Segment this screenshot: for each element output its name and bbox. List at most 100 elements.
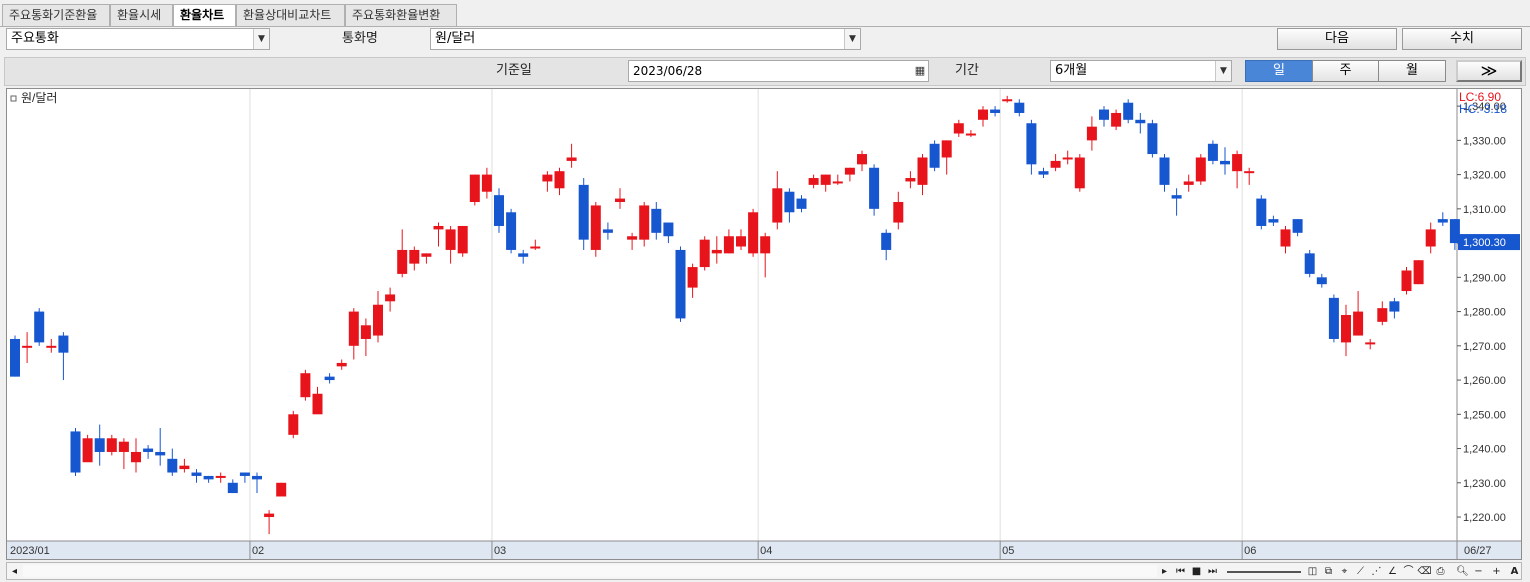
horizontal-scrollbar-track[interactable] [23,565,1157,577]
fit-icon[interactable]: ◫ [1305,564,1320,579]
candle-body [1304,253,1315,274]
eraser-icon[interactable]: ⌫ [1417,564,1432,579]
x-tick-label: 2023/01 [10,545,50,557]
category-select[interactable]: 주요통화 ▼ [6,28,270,50]
candle-body [1183,181,1194,185]
stop-icon[interactable]: ■ [1189,564,1204,579]
candle-body [784,191,795,213]
candlestick-chart[interactable]: 1,220.00 1,230.00 1,240.00 1,250.00 1,260.00… [6,88,1522,560]
fib-icon[interactable]: ⋰ [1369,564,1384,579]
candle-body [348,311,359,346]
y-tick-label: 1,250.00 [1463,409,1506,421]
candle-body [578,184,589,240]
candle-body [469,174,480,202]
chart-scroll-toolbar: ◂ ▸ ⏮ ■ ⏭ ◫ ⧉ ⌖ ⟋ ⋰ ∠ ⌒ ⌫ ⎙ 🔍︎ − + A [6,562,1522,580]
candle-body [336,362,347,367]
arc-icon[interactable]: ⌒ [1401,564,1416,579]
candle-body [276,482,287,497]
copy-icon[interactable]: ⧉ [1321,564,1336,579]
candle-body [929,143,940,168]
candle-body [373,304,383,336]
candle-body [675,249,686,319]
candle-body [421,253,432,257]
exchange-rate-window: 주요통화기준환율 환율시세 환율차트 환율상대비교차트 주요통화환율변환 주요통… [0,0,1530,582]
date-input[interactable]: 2023/06/28 ▦ [628,60,929,82]
candle-body [869,167,880,209]
candle-body [965,133,976,136]
candle-body [772,188,783,223]
currency-select[interactable]: 원/달러 ▼ [430,28,861,50]
font-size-icon[interactable]: A [1507,564,1522,579]
candle-body [94,438,105,452]
candle-body [627,236,638,240]
zoom-in-icon[interactable]: + [1489,564,1504,579]
candle-body [397,249,408,274]
x-tick-label: 02 [252,545,264,557]
tab-rate-chart[interactable]: 환율차트 [173,4,236,27]
candle-body [1086,126,1097,141]
scroll-right-icon[interactable]: ▸ [1157,564,1172,579]
candle-body [941,140,952,158]
print-icon[interactable]: ⎙ [1433,564,1448,579]
candle-body [252,475,262,480]
legend-swatch [10,95,17,102]
period-select[interactable]: 6개월 ▼ [1050,60,1232,82]
candle-body [46,345,57,348]
date-label: 기준일 [496,63,532,78]
interval-month-button[interactable]: 월 [1378,60,1446,82]
scroll-left-icon[interactable]: ◂ [7,564,22,579]
tab-major-base-rate[interactable]: 주요통화기준환율 [2,4,110,26]
candle-body [844,167,855,175]
candle-body [1062,157,1073,160]
tab-currency-converter[interactable]: 주요통화환율변환 [345,4,457,26]
candle-body [990,109,1001,113]
last-icon[interactable]: ⏭ [1205,564,1220,579]
y-tick-label: 1,230.00 [1463,478,1506,490]
interval-week-button[interactable]: 주 [1312,60,1379,82]
candle-body [1207,143,1218,161]
candle-body [796,198,807,209]
interval-day-button[interactable]: 일 [1245,60,1313,82]
candle-body [70,431,81,473]
candle-body [687,267,698,288]
candle-body [10,338,20,377]
search-icon[interactable]: 🔍︎ [1455,564,1470,579]
candle-body [832,181,843,184]
next-button[interactable]: 다음 [1277,28,1397,50]
candle-body [239,472,250,476]
candle-body [360,325,371,339]
calendar-icon[interactable]: ▦ [912,61,928,81]
x-tick-label: 03 [494,545,506,557]
candle-body [651,208,662,233]
zoom-out-icon[interactable]: − [1471,564,1486,579]
candle-body [917,157,928,185]
expand-button[interactable]: ≫ [1456,60,1522,82]
candle-body [1171,195,1182,199]
candle-body [1244,171,1255,174]
candle-body [82,438,93,463]
tab-rate-quote[interactable]: 환율시세 [110,4,173,26]
candle-body [227,482,238,494]
candle-body [179,465,190,470]
chevron-down-icon[interactable]: ▼ [1215,61,1231,81]
candle-body [1123,102,1134,120]
candle-body [699,239,710,268]
y-tick-label: 1,240.00 [1463,444,1506,456]
candle-body [1365,342,1376,345]
chevron-down-icon[interactable]: ▼ [844,29,860,49]
zoom-slider[interactable] [1227,571,1301,573]
tab-relative-compare-chart[interactable]: 환율상대비교차트 [236,4,345,26]
x-tick-label: 06/27 [1464,545,1492,557]
angle-icon[interactable]: ∠ [1385,564,1400,579]
candle-body [118,441,129,452]
trendline-icon[interactable]: ⟋ [1353,564,1368,579]
first-icon[interactable]: ⏮ [1173,564,1188,579]
chevron-down-icon[interactable]: ▼ [253,29,269,49]
candle-body [288,414,299,435]
values-button[interactable]: 수치 [1402,28,1522,50]
candle-body [1316,277,1327,285]
candle-body [1413,260,1424,285]
y-tick-label: 1,290.00 [1463,272,1506,284]
candle-body [22,345,33,348]
crosshair-icon[interactable]: ⌖ [1337,564,1352,579]
